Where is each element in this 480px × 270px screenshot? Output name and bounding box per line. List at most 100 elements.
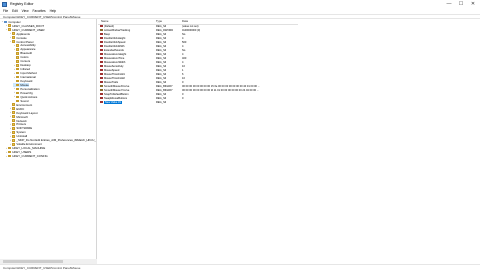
value-name: Beep [104, 32, 111, 36]
value-data: 10 [182, 64, 185, 68]
string-value-icon [100, 44, 103, 48]
folder-icon [12, 32, 16, 35]
folder-icon [12, 36, 16, 39]
value-data: 4 [182, 36, 184, 40]
menu-file[interactable]: File [3, 9, 8, 13]
value-type: REG_SZ [156, 96, 167, 100]
folder-icon [8, 24, 12, 28]
string-value-icon [100, 52, 103, 56]
string-value-icon [100, 24, 103, 28]
value-type: REG_SZ [156, 76, 167, 80]
folder-icon [16, 67, 20, 71]
string-value-icon [100, 92, 103, 96]
folder-icon [16, 79, 20, 83]
value-type: REG_SZ [156, 100, 167, 104]
value-row[interactable]: New Value #1 REG_SZ [98, 100, 298, 104]
value-data: 4 [182, 60, 184, 64]
string-value-icon [100, 40, 103, 44]
maximize-button[interactable]: ☐ [456, 0, 466, 8]
value-data: No [182, 48, 186, 52]
string-value-icon [100, 76, 103, 80]
folder-icon [16, 99, 20, 103]
string-value-icon [100, 68, 103, 72]
value-name: SmoothMouseXCurve [104, 84, 130, 88]
minimize-button[interactable]: — [444, 0, 454, 8]
folder-icon [16, 60, 20, 63]
folder-icon [16, 71, 20, 75]
folder-icon [12, 131, 16, 134]
folder-icon [8, 146, 12, 150]
status-text: Computer\HKEY_CURRENT_USER\Control Panel… [3, 265, 81, 270]
value-type: REG_SZ [156, 80, 167, 84]
value-name: (Default) [104, 24, 114, 28]
folder-icon [12, 119, 16, 122]
folder-icon [16, 44, 20, 47]
value-data: No [182, 32, 186, 36]
folder-icon [16, 87, 20, 91]
binary-value-icon [100, 28, 103, 32]
close-button[interactable]: ✕ [468, 0, 478, 8]
tree-node[interactable]: › HKEY_CURRENT_CONFIG [5, 154, 48, 158]
value-data: 0 [182, 80, 184, 84]
value-type: REG_SZ [156, 48, 167, 52]
value-name: MouseHoverWidth [104, 60, 126, 64]
string-value-icon [100, 48, 103, 52]
string-value-icon [100, 100, 103, 104]
value-name: DoubleClickHeight [104, 36, 126, 40]
value-type: REG_SZ [156, 52, 167, 56]
string-value-icon [100, 72, 103, 76]
value-type: REG_SZ [156, 68, 167, 72]
folder-icon [16, 83, 20, 87]
value-data: 1 [182, 68, 184, 72]
scrollbar-thumb[interactable] [3, 260, 63, 263]
value-data: 4 [182, 44, 184, 48]
value-name: MouseThreshold2 [104, 76, 125, 80]
value-name: DoubleClickSpeed [104, 40, 126, 44]
key-tree-pane[interactable]: ⌄ Computer › HKEY_CLASSES_ROOT ⌄ HKEY_CURRENT… [0, 19, 97, 264]
value-type: REG_SZ [156, 72, 167, 76]
value-type: REG_SZ [156, 24, 167, 28]
binary-value-icon [100, 88, 103, 92]
value-name: MouseSpeed [104, 68, 120, 72]
folder-icon [12, 115, 16, 118]
folder-icon [16, 95, 20, 99]
menu-view[interactable]: View [22, 9, 29, 13]
value-data: 6 [182, 72, 184, 76]
string-value-icon [100, 60, 103, 64]
value-type: REG_SZ [156, 60, 167, 64]
value-type: REG_SZ [156, 32, 167, 36]
menu-help[interactable]: Help [50, 9, 57, 13]
folder-icon [16, 75, 20, 79]
value-type: REG_SZ [156, 92, 167, 96]
value-name: MouseThreshold1 [104, 72, 125, 76]
value-type: REG_SZ [156, 36, 167, 40]
value-data: 10 [182, 76, 185, 80]
folder-icon [12, 123, 16, 126]
value-data: 4 [182, 52, 184, 56]
address-text[interactable]: Computer\HKEY_CURRENT_USER\Control Panel… [3, 15, 80, 19]
value-name: DoubleClickWidth [104, 44, 125, 48]
string-value-icon [100, 36, 103, 40]
value-data: 00 00 00 00 00 00 00 00 fd 11 01 00 00 0… [182, 88, 259, 92]
folder-icon [12, 107, 16, 110]
value-name: MouseHoverHeight [104, 52, 127, 56]
folder-icon [8, 154, 12, 158]
string-value-icon [100, 32, 103, 36]
value-type: REG_SZ [156, 40, 167, 44]
value-name: SwapMouseButtons [104, 96, 128, 100]
menu-favorites[interactable]: Favorites [33, 9, 46, 13]
value-type: REG_BINARY [156, 84, 173, 88]
value-data: (value not set) [182, 24, 199, 28]
tree-node-label: HKEY_CURRENT_CONFIG [12, 154, 48, 159]
value-data: 400 [182, 56, 187, 60]
string-value-icon [100, 80, 103, 84]
values-list-pane[interactable]: Name Type Data (Default) REG_SZ (value not… [98, 19, 480, 264]
menu-edit[interactable]: Edit [12, 9, 18, 13]
value-name: MouseHoverTime [104, 56, 125, 60]
value-type: REG_BINARY [156, 88, 173, 92]
value-data: 500 [182, 40, 187, 44]
folder-icon [12, 103, 16, 107]
value-name: ExtendedSounds [104, 48, 124, 52]
folder-icon [8, 28, 12, 31]
computer-icon [4, 20, 8, 24]
